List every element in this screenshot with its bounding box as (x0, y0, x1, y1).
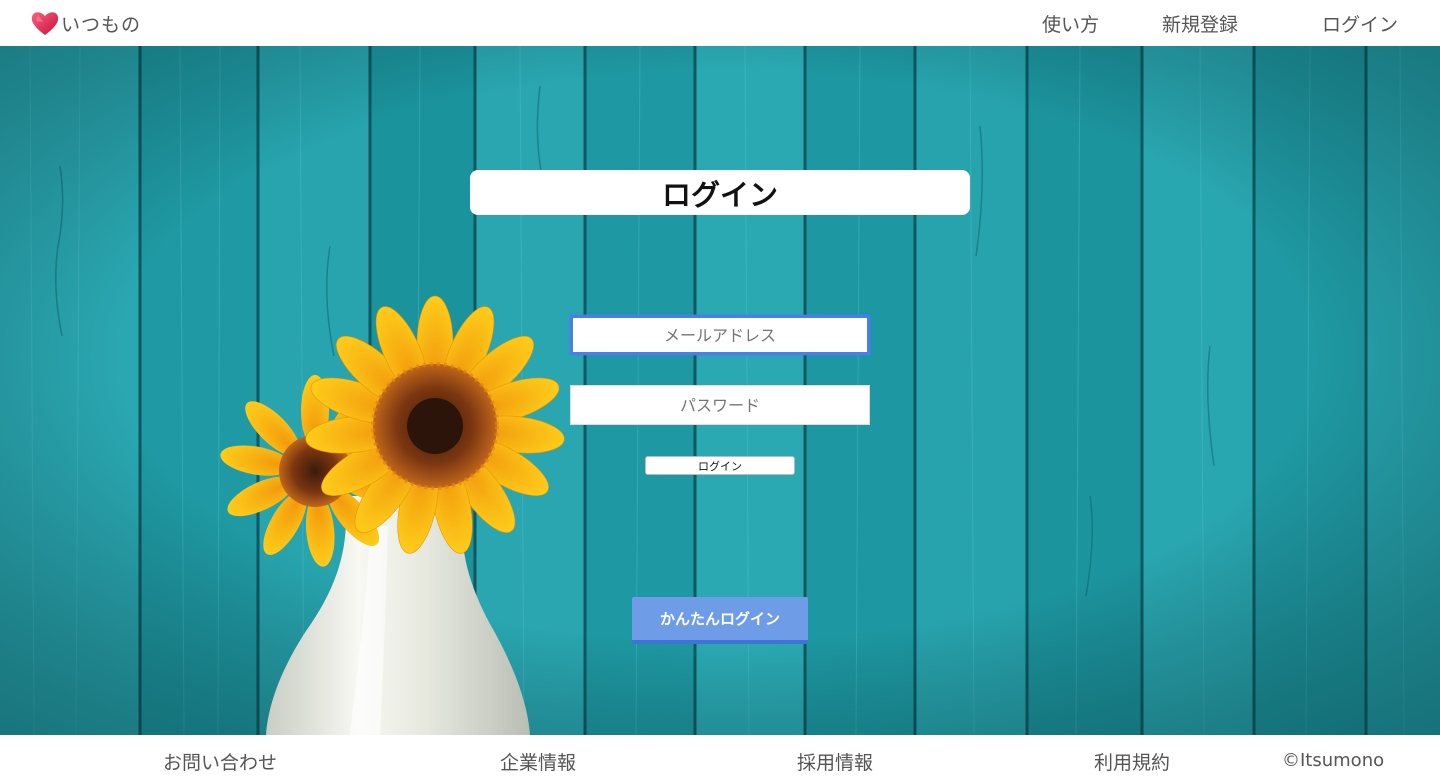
hero-section: ログイン ログイン かんたんログイン (0, 46, 1440, 735)
footer-link-company[interactable]: 企業情報 (500, 748, 576, 775)
site-header: いつもの 使い方 新規登録 ログイン (0, 0, 1440, 46)
site-footer: お問い合わせ 企業情報 採用情報 利用規約 ©Itsumono (0, 735, 1440, 778)
nav-how-to-use[interactable]: 使い方 (1042, 10, 1099, 37)
easy-login-button[interactable]: かんたんログイン (632, 597, 808, 644)
logo[interactable]: いつもの (30, 8, 141, 38)
copyright-text: ©Itsumono (1282, 750, 1385, 771)
footer-link-contact[interactable]: お問い合わせ (163, 748, 277, 775)
logo-text: いつもの (61, 13, 142, 36)
login-submit-button[interactable]: ログイン (645, 456, 795, 475)
email-field[interactable] (570, 315, 870, 355)
heart-logo-icon (31, 12, 59, 35)
footer-link-recruit[interactable]: 採用情報 (797, 748, 873, 775)
password-field[interactable] (570, 385, 870, 425)
page-title: ログイン (470, 170, 970, 215)
nav-signup[interactable]: 新規登録 (1162, 10, 1238, 37)
sunflower-vase-image (220, 295, 565, 735)
nav-login[interactable]: ログイン (1322, 10, 1398, 37)
footer-link-terms[interactable]: 利用規約 (1094, 748, 1170, 775)
